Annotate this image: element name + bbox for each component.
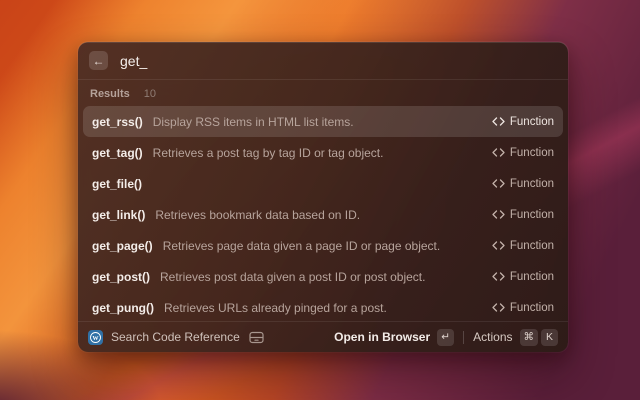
result-row-get-file[interactable]: get_file() Function bbox=[83, 168, 563, 199]
command-key-icon[interactable]: ⌘ bbox=[520, 329, 539, 346]
result-type-badge: Function bbox=[492, 147, 554, 159]
results-section-header: Results 10 bbox=[78, 80, 568, 104]
footer-bar: W Search Code Reference Open in Browser … bbox=[78, 321, 568, 352]
result-type-label: Function bbox=[510, 271, 554, 283]
result-type-badge: Function bbox=[492, 240, 554, 252]
result-description: Retrieves page data given a page ID or p… bbox=[163, 239, 480, 253]
code-icon bbox=[492, 303, 505, 312]
svg-text:W: W bbox=[92, 334, 99, 341]
result-title: get_rss() bbox=[92, 115, 143, 129]
result-title: get_link() bbox=[92, 208, 145, 222]
desktop-wallpaper: ← Results 10 get_rss() Display RSS items… bbox=[0, 0, 640, 400]
result-type-badge: Function bbox=[492, 116, 554, 128]
result-row-get-pung[interactable]: get_pung() Retrieves URLs already pinged… bbox=[83, 292, 563, 321]
code-icon bbox=[492, 179, 505, 188]
code-icon bbox=[492, 117, 505, 126]
results-label: Results bbox=[90, 88, 130, 100]
open-in-browser-button[interactable]: Open in Browser bbox=[334, 330, 430, 344]
results-count: 10 bbox=[144, 88, 156, 100]
code-icon bbox=[492, 210, 505, 219]
result-type-label: Function bbox=[510, 240, 554, 252]
result-description: Retrieves bookmark data based on ID. bbox=[155, 208, 480, 222]
footer-divider bbox=[463, 331, 464, 344]
result-title: get_post() bbox=[92, 270, 150, 284]
search-input[interactable] bbox=[120, 53, 557, 69]
wordpress-icon: W bbox=[88, 330, 103, 345]
results-list: get_rss() Display RSS items in HTML list… bbox=[78, 104, 568, 321]
back-arrow-icon: ← bbox=[93, 55, 105, 67]
code-icon bbox=[492, 241, 505, 250]
result-title: get_file() bbox=[92, 177, 142, 191]
result-title: get_page() bbox=[92, 239, 153, 253]
result-row-get-page[interactable]: get_page() Retrieves page data given a p… bbox=[83, 230, 563, 261]
result-row-get-tag[interactable]: get_tag() Retrieves a post tag by tag ID… bbox=[83, 137, 563, 168]
result-type-label: Function bbox=[510, 178, 554, 190]
result-title: get_pung() bbox=[92, 301, 154, 315]
result-description: Display RSS items in HTML list items. bbox=[153, 115, 480, 129]
search-palette-window: ← Results 10 get_rss() Display RSS items… bbox=[78, 42, 568, 352]
back-button[interactable]: ← bbox=[89, 51, 108, 70]
result-row-get-rss[interactable]: get_rss() Display RSS items in HTML list… bbox=[83, 106, 563, 137]
result-type-badge: Function bbox=[492, 271, 554, 283]
footer-actions: Open in Browser ↵ Actions ⌘ K bbox=[334, 329, 558, 346]
code-icon bbox=[492, 148, 505, 157]
disk-icon bbox=[249, 331, 264, 344]
result-type-badge: Function bbox=[492, 302, 554, 314]
return-key-icon[interactable]: ↵ bbox=[437, 329, 454, 346]
result-type-label: Function bbox=[510, 116, 554, 128]
result-row-get-post[interactable]: get_post() Retrieves post data given a p… bbox=[83, 261, 563, 292]
result-description: Retrieves a post tag by tag ID or tag ob… bbox=[153, 146, 480, 160]
result-type-label: Function bbox=[510, 302, 554, 314]
result-type-label: Function bbox=[510, 147, 554, 159]
result-description: Retrieves post data given a post ID or p… bbox=[160, 270, 480, 284]
result-type-badge: Function bbox=[492, 178, 554, 190]
result-description: Retrieves URLs already pinged for a post… bbox=[164, 301, 480, 315]
k-key-icon[interactable]: K bbox=[541, 329, 558, 346]
code-icon bbox=[492, 272, 505, 281]
result-type-badge: Function bbox=[492, 209, 554, 221]
result-type-label: Function bbox=[510, 209, 554, 221]
source-label: Search Code Reference bbox=[111, 330, 240, 344]
actions-button[interactable]: Actions bbox=[473, 330, 512, 344]
result-title: get_tag() bbox=[92, 146, 143, 160]
search-bar: ← bbox=[78, 42, 568, 79]
result-row-get-link[interactable]: get_link() Retrieves bookmark data based… bbox=[83, 199, 563, 230]
